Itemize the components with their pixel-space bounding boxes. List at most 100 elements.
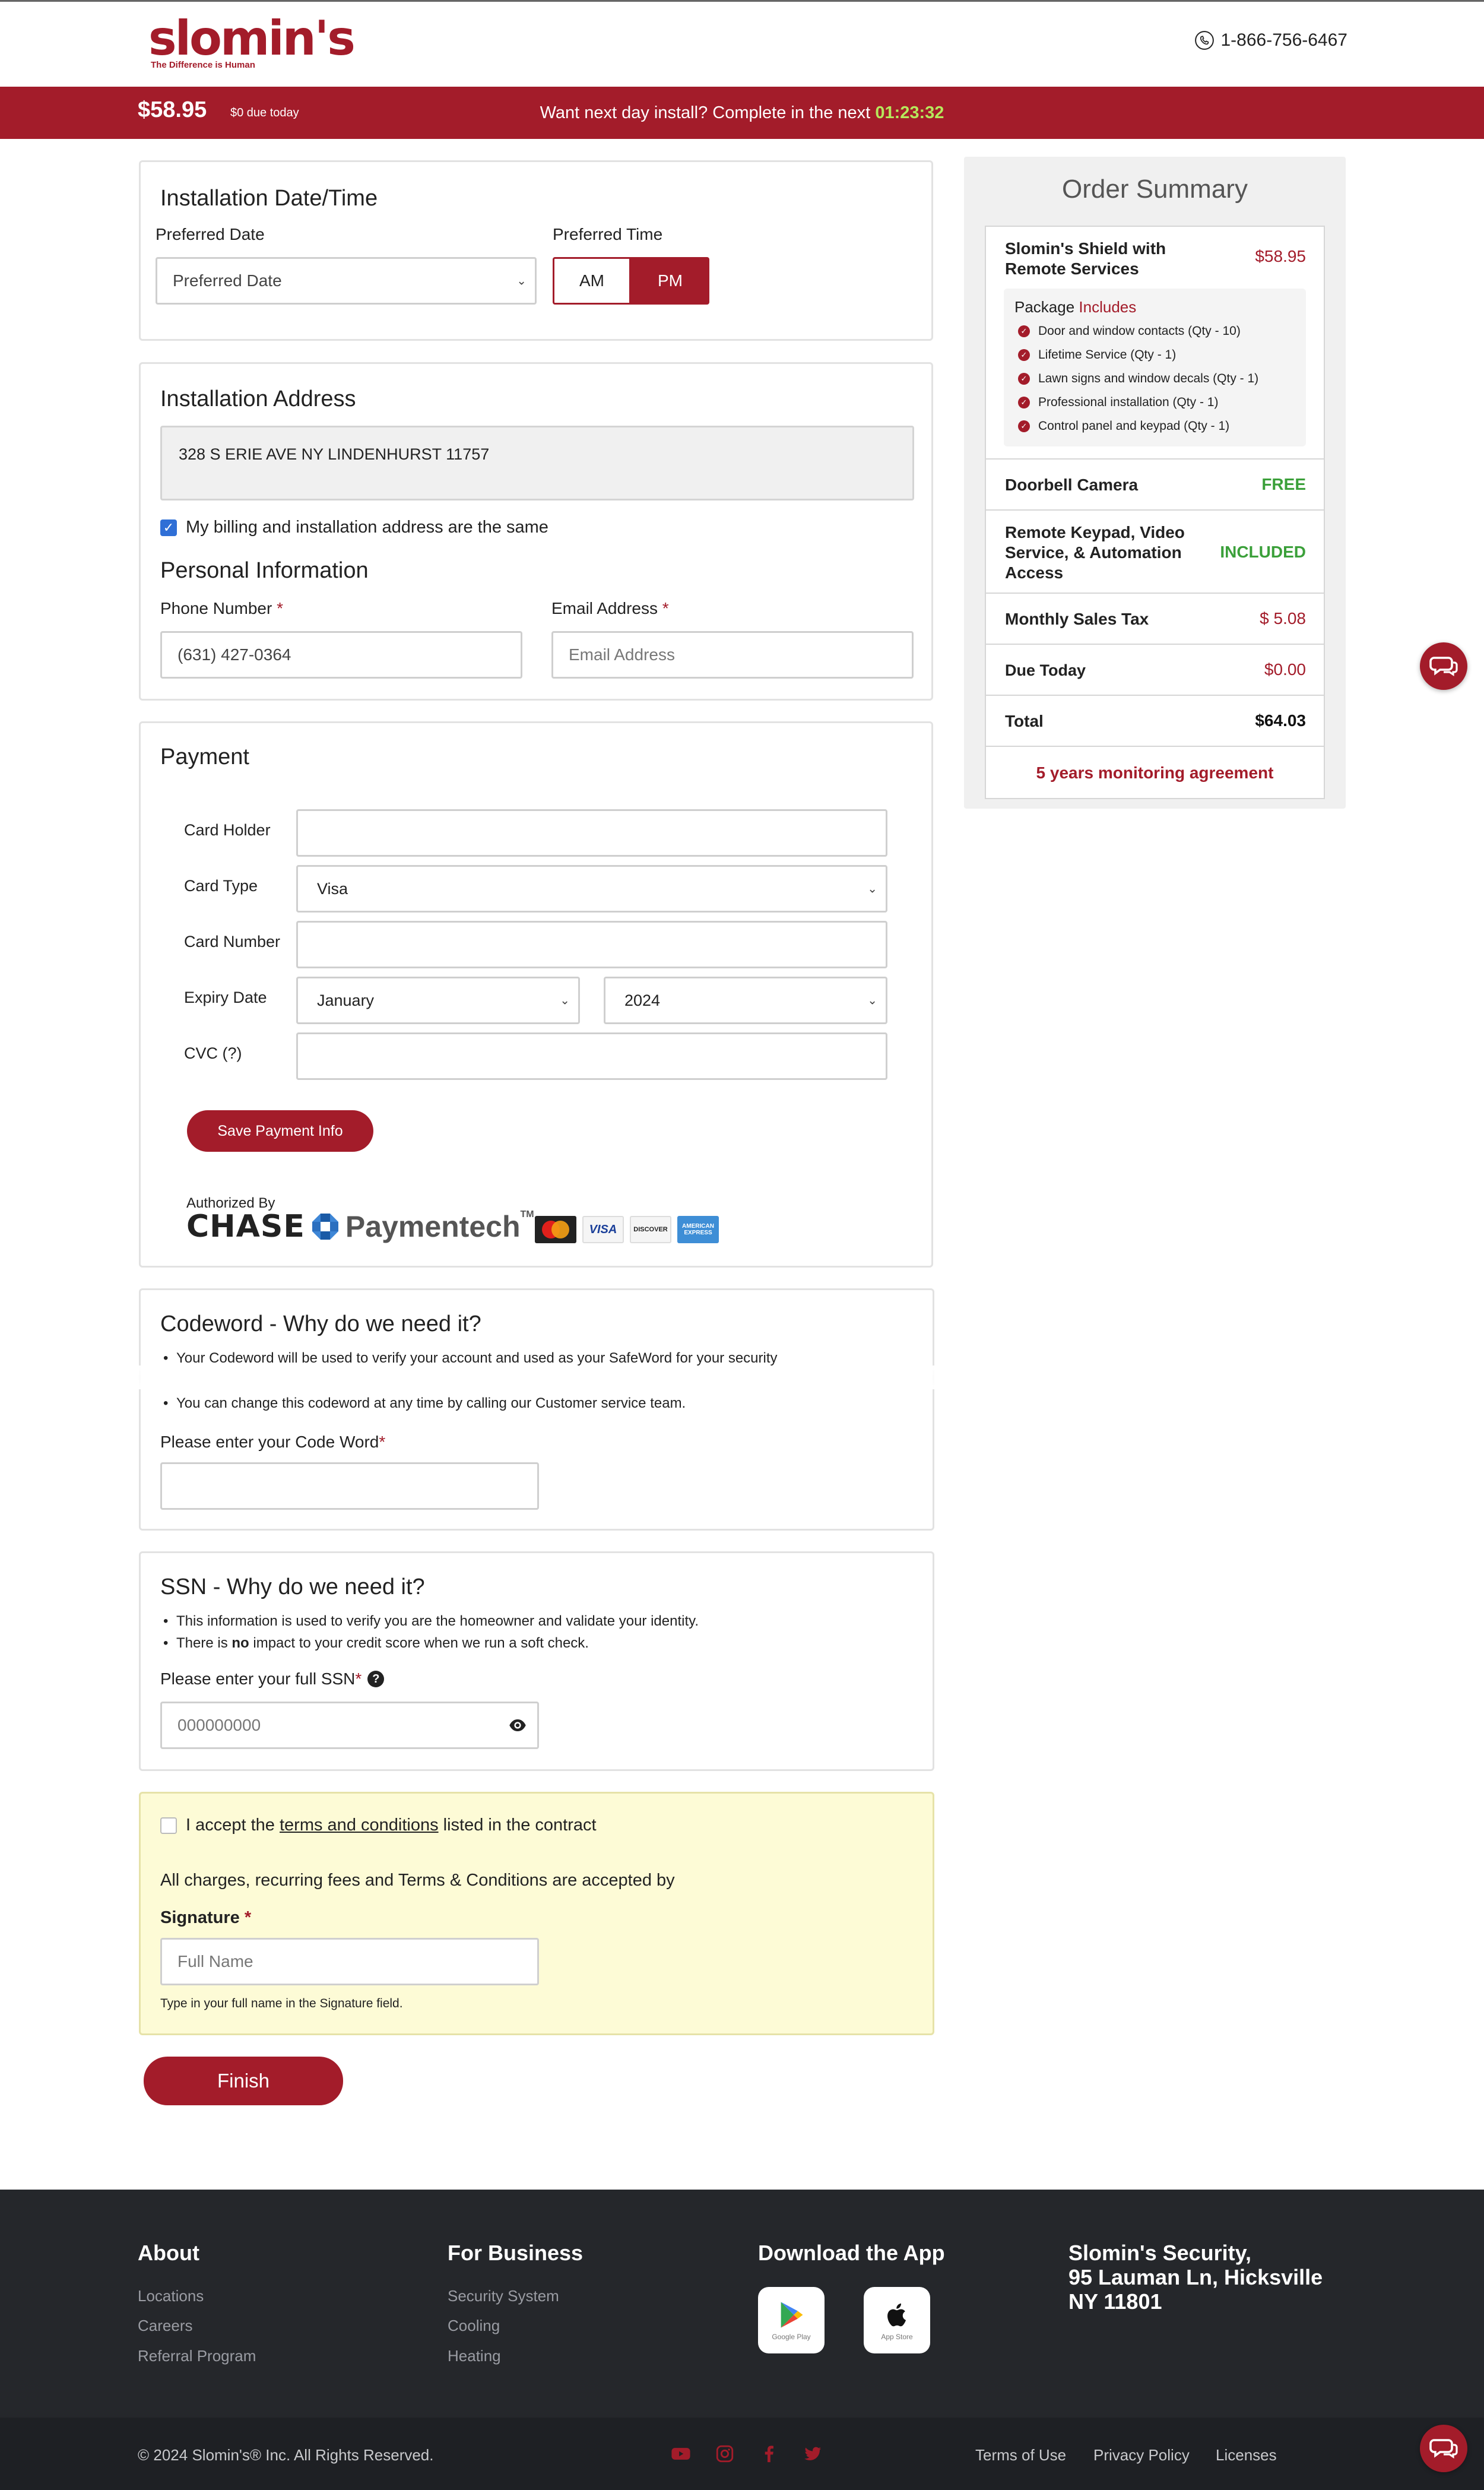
code-word-label: Please enter your Code Word*	[160, 1433, 385, 1452]
expiry-year-value: 2024	[624, 991, 661, 1009]
footer-link-locations[interactable]: Locations	[138, 2287, 204, 2305]
accept-terms-checkbox[interactable]	[160, 1817, 177, 1834]
cvc-label: CVC (?)	[184, 1044, 242, 1062]
signature-hint: Type in your full name in the Signature …	[160, 1997, 403, 2010]
package-item-text: Professional installation (Qty - 1)	[1038, 395, 1219, 409]
summary-row-product: Slomin's Shield with Remote Services $58…	[986, 227, 1324, 460]
terms-and-conditions-link[interactable]: terms and conditions	[280, 1816, 439, 1835]
expiry-month-select[interactable]: January ⌄	[296, 977, 580, 1024]
mastercard-circles	[541, 1221, 570, 1238]
preferred-date-select[interactable]: Preferred Date ⌄	[156, 257, 537, 305]
chat-button-footer[interactable]	[1420, 2425, 1467, 2472]
accept-terms-label: I accept the terms and conditions listed…	[186, 1816, 597, 1835]
eye-icon[interactable]	[509, 1716, 527, 1734]
chase-paymentech-logo: CHASE PaymentechTM	[186, 1209, 534, 1244]
footer-link-referral[interactable]: Referral Program	[138, 2347, 256, 2365]
phone-number-input[interactable]: (631) 427-0364	[160, 631, 522, 679]
footer-link-careers[interactable]: Careers	[138, 2317, 192, 2335]
product-price: $58.95	[1255, 247, 1306, 265]
due-today-value: $0.00	[1264, 660, 1306, 679]
email-address-input[interactable]: Email Address	[551, 631, 914, 679]
package-item-text: Lifetime Service (Qty - 1)	[1038, 348, 1177, 362]
logo-wordmark: slomin's	[148, 11, 356, 66]
chase-wordmark: CHASE	[186, 1209, 305, 1244]
finish-button[interactable]: Finish	[144, 2057, 343, 2105]
header-phone-link[interactable]: 1-866-756-6467	[1194, 30, 1347, 50]
ssn-reason-2-pre: There is	[176, 1635, 232, 1651]
card-number-input[interactable]	[296, 921, 887, 968]
codeword-reasons-2: You can change this codeword at any time…	[163, 1392, 686, 1414]
instagram-icon[interactable]	[715, 2444, 735, 2464]
save-payment-info-button[interactable]: Save Payment Info	[187, 1110, 373, 1152]
card-type-select[interactable]: Visa ⌄	[296, 865, 887, 913]
card-holder-input[interactable]	[296, 809, 887, 857]
promo-banner: $58.95 $0 due today Want next day instal…	[0, 87, 1484, 139]
footer-link-security-system[interactable]: Security System	[448, 2287, 559, 2305]
ssn-reason-2-post: impact to your credit score when we run …	[249, 1635, 589, 1651]
footer-legal-licenses[interactable]: Licenses	[1216, 2446, 1277, 2464]
package-label: Package	[1014, 298, 1075, 316]
footer-legal-terms[interactable]: Terms of Use	[975, 2446, 1066, 2464]
preferred-date-label: Preferred Date	[156, 225, 265, 243]
same-billing-checkbox[interactable]: ✓	[160, 519, 177, 536]
footer-company-line-2: 95 Lauman Ln, Hicksville	[1068, 2265, 1323, 2289]
social-links	[671, 2444, 823, 2464]
package-item-text: Door and window contacts (Qty - 10)	[1038, 324, 1241, 338]
required-asterisk: *	[662, 599, 669, 617]
required-asterisk: *	[379, 1433, 386, 1451]
card-type-value: Visa	[317, 879, 348, 898]
installation-address-readonly: 328 S ERIE AVE NY LINDENHURST 11757	[160, 426, 914, 500]
payment-card: Payment Card Holder Card Type Visa ⌄ Car…	[139, 721, 933, 1268]
expiry-date-label: Expiry Date	[184, 989, 267, 1006]
order-summary-panel: Slomin's Shield with Remote Services $58…	[985, 226, 1325, 799]
footer-link-heating[interactable]: Heating	[448, 2347, 501, 2365]
footer-company-line-1: Slomin's Security,	[1068, 2241, 1251, 2265]
slomins-logo[interactable]: slomin's The Difference is Human	[148, 11, 356, 71]
phone-icon	[1195, 31, 1215, 50]
am-button[interactable]: AM	[553, 257, 631, 305]
ssn-reason-1: This information is used to verify you a…	[163, 1610, 699, 1632]
ssn-input[interactable]: 000000000	[160, 1702, 539, 1749]
visa-icon: VISA	[582, 1216, 624, 1243]
chat-button[interactable]	[1420, 642, 1467, 690]
phone-number-label-text: Phone Number	[160, 599, 272, 617]
summary-row-remote: Remote Keypad, Video Service, & Automati…	[986, 511, 1324, 594]
remote-value: INCLUDED	[1220, 543, 1306, 561]
facebook-icon[interactable]	[759, 2444, 779, 2464]
footer-about-title: About	[138, 2241, 199, 2265]
package-includes-box: Package Includes ✓ Door and window contac…	[1004, 289, 1306, 446]
package-item: ✓ Control panel and keypad (Qty - 1)	[1018, 419, 1229, 433]
card-type-label: Card Type	[184, 877, 258, 895]
footer-company-line-3: NY 11801	[1068, 2289, 1162, 2314]
cvc-input[interactable]	[296, 1032, 887, 1080]
youtube-icon[interactable]	[671, 2444, 691, 2464]
google-play-badge[interactable]: Google Play	[758, 2287, 825, 2353]
ssn-label-value: Please enter your full SSN	[160, 1669, 356, 1688]
footer-link-cooling[interactable]: Cooling	[448, 2317, 500, 2335]
package-item: ✓ Lifetime Service (Qty - 1)	[1018, 348, 1176, 362]
chevron-down-icon: ⌄	[867, 882, 877, 896]
package-title: Package Includes	[1014, 298, 1136, 316]
mastercard-orange-circle	[551, 1221, 569, 1238]
codeword-title: Codeword - Why do we need it?	[160, 1311, 481, 1336]
footer-legal-privacy[interactable]: Privacy Policy	[1093, 2446, 1190, 2464]
required-asterisk: *	[355, 1669, 362, 1688]
summary-row-doorbell: Doorbell Camera FREE	[986, 460, 1324, 511]
footer-app-title: Download the App	[758, 2241, 945, 2265]
check-icon: ✓	[1018, 397, 1030, 408]
pm-button[interactable]: PM	[631, 257, 709, 305]
doorbell-name: Doorbell Camera	[1005, 476, 1139, 494]
remote-name: Remote Keypad, Video Service, & Automati…	[1005, 523, 1185, 582]
signature-input[interactable]: Full Name	[160, 1938, 539, 1985]
app-store-caption: App Store	[881, 2333, 913, 2341]
app-store-badge[interactable]: App Store	[864, 2287, 930, 2353]
help-icon[interactable]: ?	[367, 1671, 385, 1687]
tax-value: $ 5.08	[1260, 609, 1306, 628]
twitter-icon[interactable]	[803, 2444, 823, 2464]
code-word-input[interactable]	[160, 1462, 539, 1510]
paymentech-text: Paymentech	[345, 1210, 521, 1243]
ssn-reason-2-bold: no	[232, 1635, 249, 1651]
expiry-year-select[interactable]: 2024 ⌄	[604, 977, 887, 1024]
ssn-card: SSN - Why do we need it? This informatio…	[139, 1551, 934, 1771]
discover-icon: DISCOVER	[630, 1216, 671, 1243]
